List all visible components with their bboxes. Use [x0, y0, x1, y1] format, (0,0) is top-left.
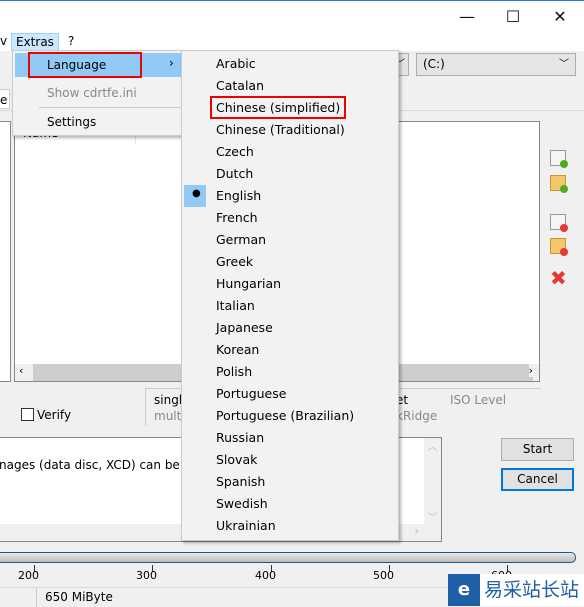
- watermark-logo: e 易采站长站: [448, 574, 584, 606]
- language-item[interactable]: Dutch: [216, 163, 253, 185]
- title-bar: — ☐ ✕: [0, 0, 584, 31]
- folder-tree[interactable]: [0, 121, 11, 382]
- cancel-button[interactable]: Cancel: [501, 468, 574, 491]
- minimize-button[interactable]: —: [452, 7, 482, 27]
- language-item[interactable]: German: [216, 229, 266, 251]
- tab-partial[interactable]: e: [0, 89, 10, 109]
- remove-file-icon[interactable]: [550, 214, 568, 232]
- language-item[interactable]: Portuguese: [216, 383, 286, 405]
- bullet-icon: ●: [192, 188, 201, 199]
- scroll-left-icon[interactable]: ‹: [19, 364, 23, 377]
- remove-folder-icon[interactable]: [550, 238, 568, 256]
- language-item[interactable]: Catalan: [216, 75, 264, 97]
- scroll-right-icon[interactable]: ›: [414, 524, 419, 538]
- scroll-right-icon[interactable]: ›: [528, 364, 533, 377]
- language-item[interactable]: Hungarian: [216, 273, 281, 295]
- menu-extras[interactable]: Extras: [11, 33, 59, 51]
- menu-item-settings[interactable]: Settings: [47, 115, 96, 129]
- ruler-label: 400: [255, 569, 276, 582]
- language-item[interactable]: Arabic: [216, 53, 256, 75]
- language-item[interactable]: Czech: [216, 141, 254, 163]
- ruler-label: 200: [18, 569, 39, 582]
- menu-separator: [39, 107, 183, 108]
- iso-level-label: ISO Level: [450, 393, 507, 407]
- verify-checkbox[interactable]: [21, 408, 34, 421]
- language-item[interactable]: Chinese (Traditional): [216, 119, 345, 141]
- language-item[interactable]: Spanish: [216, 471, 265, 493]
- language-item[interactable]: Polish: [216, 361, 252, 383]
- language-item[interactable]: Slovak: [216, 449, 257, 471]
- status-capacity: 650 MiByte: [45, 590, 113, 604]
- language-item[interactable]: Ukrainian: [216, 515, 276, 537]
- language-item[interactable]: French: [216, 207, 258, 229]
- language-item[interactable]: Russian: [216, 427, 264, 449]
- add-folder-icon[interactable]: [550, 175, 568, 193]
- close-button[interactable]: ✕: [545, 7, 575, 27]
- verify-label: Verify: [37, 408, 72, 422]
- language-item[interactable]: Portuguese (Brazilian): [216, 405, 354, 427]
- maximize-button[interactable]: ☐: [498, 7, 528, 27]
- menu-item-show-ini[interactable]: Show cdrtfe.ini: [47, 86, 137, 100]
- drive-combo[interactable]: (C:) ﹀: [416, 53, 576, 76]
- rockridge-option[interactable]: kRidge: [396, 409, 437, 423]
- submenu-arrow-icon: ›: [169, 56, 174, 70]
- selected-highlight: ●: [184, 185, 206, 207]
- ruler-label: 300: [136, 569, 157, 582]
- language-item[interactable]: English: [216, 185, 261, 207]
- language-item[interactable]: Chinese (simplified): [216, 97, 340, 119]
- extras-menu: Language › Show cdrtfe.ini Settings: [12, 50, 184, 136]
- vertical-scrollbar[interactable]: ︿ ﹀: [424, 438, 441, 524]
- language-item[interactable]: Greek: [216, 251, 253, 273]
- start-button[interactable]: Start: [501, 438, 574, 461]
- drive-value: (C:): [423, 57, 445, 71]
- capacity-bar: [0, 552, 576, 563]
- annotation-highlight: [28, 52, 142, 78]
- log-text: nages (data disc, XCD) can be crea: [0, 458, 210, 472]
- language-menu: ● Arabic Catalan Chinese (simplified) Chine…: [181, 50, 399, 541]
- delete-all-icon[interactable]: ✖: [550, 266, 567, 290]
- menu-help[interactable]: ?: [64, 33, 78, 51]
- language-item[interactable]: Japanese: [216, 317, 273, 339]
- menu-bar: v Extras ?: [0, 31, 584, 51]
- add-file-icon[interactable]: [550, 150, 568, 168]
- language-item[interactable]: Korean: [216, 339, 259, 361]
- language-item[interactable]: Swedish: [216, 493, 268, 515]
- language-item[interactable]: Italian: [216, 295, 255, 317]
- ruler-label: 500: [373, 569, 394, 582]
- menu-view[interactable]: v: [0, 33, 11, 51]
- chevron-down-icon: ﹀: [559, 59, 569, 70]
